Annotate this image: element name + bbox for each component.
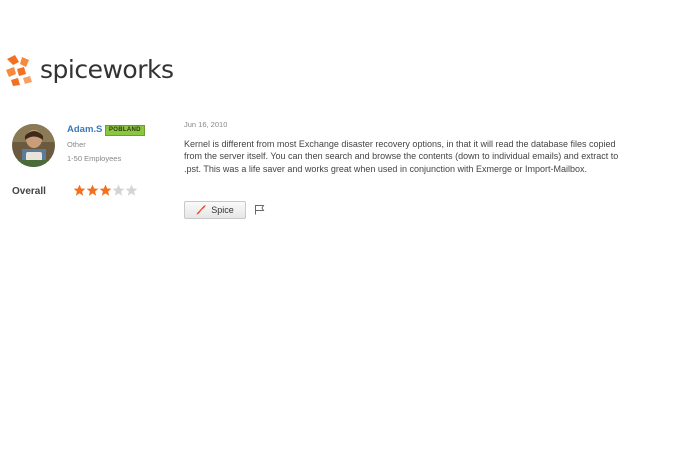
- star-empty-icon: [125, 184, 138, 196]
- country-badge: POBLAND: [105, 125, 145, 136]
- reviewer-company-size: 1-50 Employees: [67, 154, 122, 163]
- reviewer-name-link[interactable]: Adam.S: [67, 124, 102, 135]
- review-date: Jun 16, 2010: [184, 120, 228, 129]
- overall-rating-label: Overall: [12, 186, 46, 197]
- spiceworks-logo-icon: [6, 55, 32, 86]
- flag-icon[interactable]: [254, 204, 265, 215]
- star-empty-icon: [112, 184, 125, 196]
- reviewer-industry: Other: [67, 140, 86, 149]
- spice-button[interactable]: Spice: [184, 201, 246, 219]
- logo-wordmark: spiceworks: [40, 54, 174, 84]
- spiceworks-logo[interactable]: spiceworks: [5, 50, 174, 90]
- star-filled-icon: [86, 184, 99, 196]
- star-filled-icon: [99, 184, 112, 196]
- star-filled-icon: [73, 184, 86, 196]
- review-body: Kernel is different from most Exchange d…: [184, 139, 619, 174]
- spice-button-label: Spice: [211, 205, 234, 215]
- avatar[interactable]: [12, 124, 55, 167]
- chili-pepper-icon: [196, 205, 206, 215]
- star-rating: [73, 184, 138, 197]
- user-photo-icon: [12, 124, 55, 167]
